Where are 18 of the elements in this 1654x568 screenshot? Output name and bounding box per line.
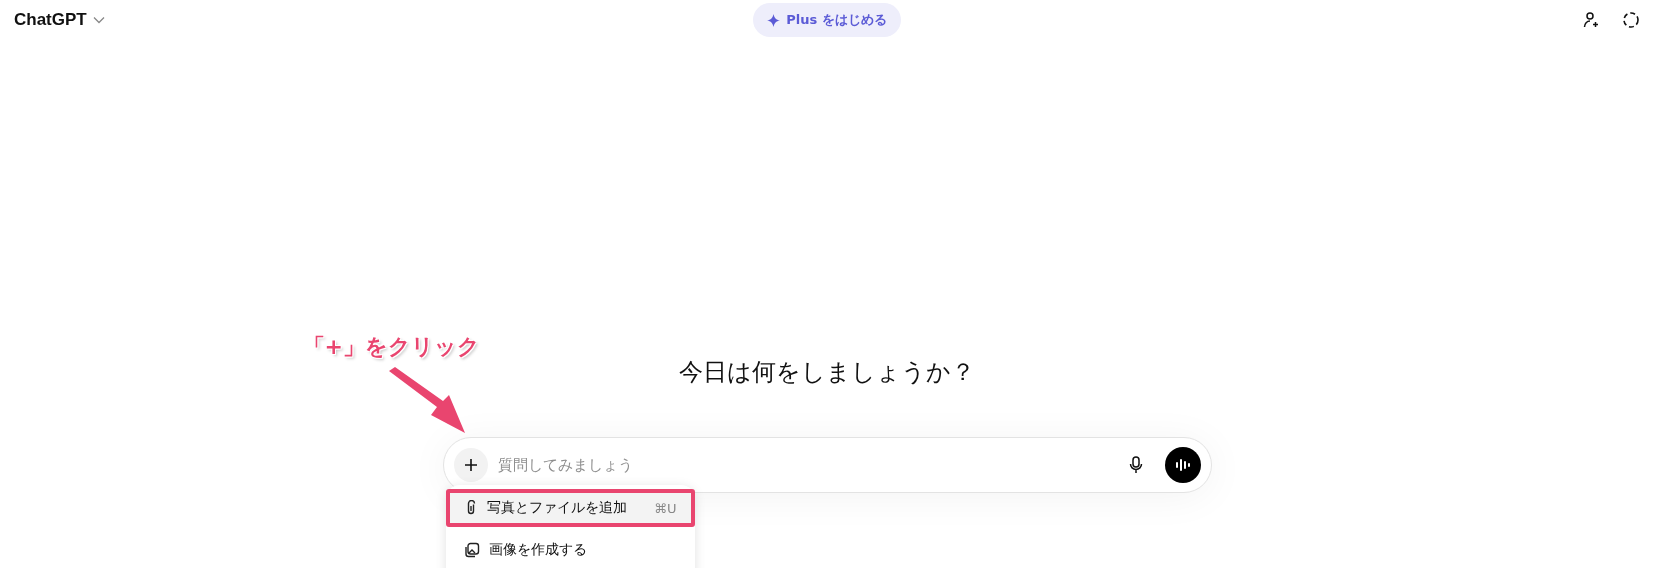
shortcut-label: ⌘U bbox=[654, 500, 677, 516]
voice-mode-button[interactable] bbox=[1164, 447, 1201, 483]
annotation-label: 「+」をクリック bbox=[302, 333, 480, 361]
microphone-icon[interactable] bbox=[1128, 456, 1143, 474]
menu-item[interactable]: 画像を作成する bbox=[445, 531, 695, 568]
add-person-icon[interactable] bbox=[1582, 11, 1600, 29]
greeting-heading: 今日は何をしましょうか？ bbox=[679, 357, 975, 388]
model-selector[interactable]: ChatGPT bbox=[14, 10, 105, 30]
chevron-down-icon bbox=[92, 16, 105, 24]
image-icon bbox=[463, 542, 480, 558]
dashed-circle-icon[interactable] bbox=[1622, 11, 1640, 29]
add-button[interactable] bbox=[453, 448, 488, 482]
waveform-icon bbox=[1174, 458, 1191, 472]
sparkle-icon bbox=[767, 13, 781, 27]
menu-item[interactable]: 写真とファイルを追加 ⌘U bbox=[445, 489, 695, 527]
upgrade-button[interactable]: Plus をはじめる bbox=[753, 3, 901, 37]
message-input-field[interactable]: 質問してみましょう bbox=[442, 437, 1212, 493]
plus-icon bbox=[462, 457, 479, 473]
